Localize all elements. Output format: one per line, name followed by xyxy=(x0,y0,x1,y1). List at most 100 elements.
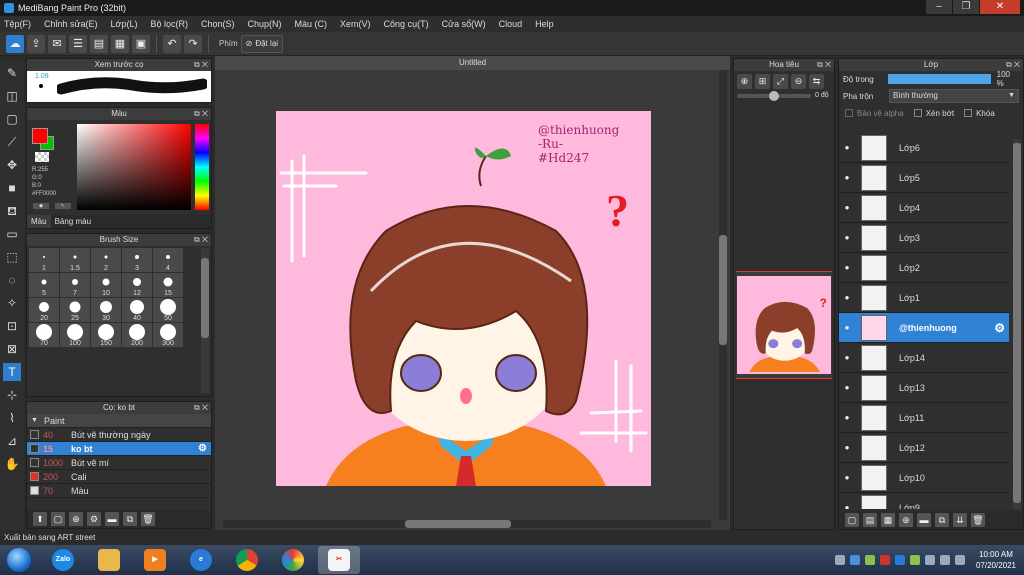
dropper-tool-icon[interactable]: ⊿ xyxy=(3,432,21,450)
new-8bit-layer-icon[interactable]: ▦ xyxy=(881,513,895,527)
brush-size-cell[interactable]: 7 xyxy=(60,273,90,297)
tab-palette[interactable]: Bảng màu xyxy=(51,215,95,228)
brush-size-cell[interactable]: 3 xyxy=(122,248,152,272)
opacity-slider[interactable] xyxy=(888,74,991,84)
layer-row[interactable]: ● Lớp13 xyxy=(839,373,1009,403)
menu-capture[interactable]: Chụp(N) xyxy=(248,19,282,29)
maximize-button[interactable]: ❐ xyxy=(953,0,979,14)
panel-controls-icon[interactable]: ⧉ ✕ xyxy=(194,59,208,71)
taskbar-zalo[interactable]: Zalo xyxy=(42,546,84,574)
select-eraser-tool-icon[interactable]: ⊠ xyxy=(3,340,21,358)
share-icon[interactable]: ⇪ xyxy=(27,34,45,53)
color-swap-button[interactable]: ↖ xyxy=(55,203,71,209)
brush-size-cell[interactable]: 200 xyxy=(122,323,152,347)
hue-slider[interactable] xyxy=(195,124,209,210)
minimize-button[interactable]: – xyxy=(926,0,952,14)
system-clock[interactable]: 10:00 AM 07/20/2021 xyxy=(976,549,1016,571)
reset-button[interactable]: ⊘ Đặt lại xyxy=(240,34,284,53)
gradient-tool-icon[interactable]: ▭ xyxy=(3,225,21,243)
layer-row[interactable]: ● Lớp14 xyxy=(839,343,1009,373)
rotation-slider[interactable] xyxy=(737,90,811,101)
color-option-button[interactable]: ◆ xyxy=(33,203,49,209)
transparent-swatch[interactable] xyxy=(35,152,49,162)
visibility-icon[interactable]: ● xyxy=(839,413,855,422)
fill-shape-tool-icon[interactable]: ■ xyxy=(3,179,21,197)
brush-size-cell[interactable]: 300 xyxy=(153,323,183,347)
rectangle-tool-icon[interactable]: ▢ xyxy=(3,110,21,128)
panel-controls-icon[interactable]: ⧉ ✕ xyxy=(194,234,208,246)
folder-icon[interactable]: ▬ xyxy=(105,512,119,526)
delete-icon[interactable]: 🗑 xyxy=(141,512,155,526)
taskbar-media-player[interactable]: ▶ xyxy=(134,546,176,574)
layer-row[interactable]: ● Lớp9 xyxy=(839,493,1009,509)
brush-size-cell[interactable]: 30 xyxy=(91,298,121,322)
cloud-brush-icon[interactable]: ⬆ xyxy=(33,512,47,526)
navigator-thumbnail[interactable]: ? xyxy=(736,271,832,379)
menu-select[interactable]: Chọn(S) xyxy=(201,19,235,29)
merge-down-icon[interactable]: ⇊ xyxy=(953,513,967,527)
settings-brush-icon[interactable]: ⚙ xyxy=(87,512,101,526)
visibility-icon[interactable]: ● xyxy=(839,443,855,452)
menu-help[interactable]: Help xyxy=(535,19,554,29)
brush-item[interactable]: 1000 Bút vẽ mí xyxy=(27,456,211,470)
brush-item[interactable]: 40 Bút vẽ thường ngày xyxy=(27,428,211,442)
brush-item[interactable]: 70 Màu xyxy=(27,484,211,498)
add-layer-menu-icon[interactable]: ⊕ xyxy=(899,513,913,527)
magic-wand-tool-icon[interactable]: ✧ xyxy=(3,294,21,312)
bucket-tool-icon[interactable]: ⛾ xyxy=(3,202,21,220)
keyboard-icon[interactable] xyxy=(924,555,935,565)
panel-icon[interactable]: ▣ xyxy=(132,34,150,53)
brush-size-cell[interactable]: 1 xyxy=(29,248,59,272)
tray-chevron-icon[interactable] xyxy=(834,555,845,565)
volume-icon[interactable] xyxy=(954,555,965,565)
menu-file[interactable]: Tệp(F) xyxy=(4,19,31,29)
zoom-in-icon[interactable]: ⊕ xyxy=(737,74,752,89)
eraser-tool-icon[interactable]: ◫ xyxy=(3,87,21,105)
menu-cloud[interactable]: Cloud xyxy=(499,19,523,29)
brush-group-header[interactable]: ▼ Paint xyxy=(27,414,211,428)
menu-layer[interactable]: Lớp(L) xyxy=(111,19,138,29)
panel-controls-icon[interactable]: ⧉ ✕ xyxy=(194,108,208,120)
brush-size-scrollbar[interactable] xyxy=(201,248,209,393)
list-icon[interactable]: ☰ xyxy=(69,34,87,53)
visibility-icon[interactable]: ● xyxy=(839,293,855,302)
document-tab[interactable]: Untitled xyxy=(215,56,730,70)
panel-controls-icon[interactable]: ⧉ ✕ xyxy=(194,402,208,414)
cloud-icon[interactable]: ☁ xyxy=(6,34,24,53)
layer-settings-icon[interactable]: ⚙ xyxy=(994,321,1005,335)
scroll-thumb[interactable] xyxy=(719,235,727,345)
move-tool-icon[interactable]: ✥ xyxy=(3,156,21,174)
start-button[interactable] xyxy=(0,545,38,575)
brush-size-cell[interactable]: 10 xyxy=(91,273,121,297)
taskbar-ie[interactable]: e xyxy=(180,546,222,574)
menu-filter[interactable]: Bộ lọc(R) xyxy=(150,19,188,29)
layer-row[interactable]: ● Lớp1 xyxy=(839,283,1009,313)
canvas-horizontal-scrollbar[interactable] xyxy=(223,520,711,528)
layer-row[interactable]: ● Lớp6 xyxy=(839,133,1009,163)
taskbar-chrome[interactable] xyxy=(226,546,268,574)
primary-color-swatch[interactable] xyxy=(32,128,48,144)
brush-size-cell[interactable]: 25 xyxy=(60,298,90,322)
clip-checkbox[interactable] xyxy=(913,109,922,117)
close-button[interactable]: ✕ xyxy=(980,0,1020,14)
text-tool-icon[interactable]: T xyxy=(3,363,21,381)
undo-icon[interactable]: ↶ xyxy=(163,34,181,53)
layer-row[interactable]: ● Lớp4 xyxy=(839,193,1009,223)
brush-size-cell[interactable]: 50 xyxy=(153,298,183,322)
bluetooth-icon[interactable] xyxy=(849,555,860,565)
visibility-icon[interactable]: ● xyxy=(839,203,855,212)
brush-size-cell[interactable]: 100 xyxy=(60,323,90,347)
grid-icon[interactable]: ▦ xyxy=(111,34,129,53)
layer-folder-icon[interactable]: ▬ xyxy=(917,513,931,527)
tab-color[interactable]: Màu xyxy=(27,215,51,228)
layer-row[interactable]: ● Lớp5 xyxy=(839,163,1009,193)
lock-checkbox[interactable] xyxy=(964,109,973,117)
redo-icon[interactable]: ↷ xyxy=(184,34,202,53)
taskbar-explorer[interactable] xyxy=(88,546,130,574)
blend-mode-select[interactable]: Bình thường ▼ xyxy=(889,89,1019,103)
layer-row[interactable]: ● Lớp12 xyxy=(839,433,1009,463)
scroll-thumb[interactable] xyxy=(405,520,511,528)
brush-size-cell[interactable]: 40 xyxy=(122,298,152,322)
duplicate-layer-icon[interactable]: ⧉ xyxy=(935,513,949,527)
antivirus-icon[interactable] xyxy=(879,555,890,565)
